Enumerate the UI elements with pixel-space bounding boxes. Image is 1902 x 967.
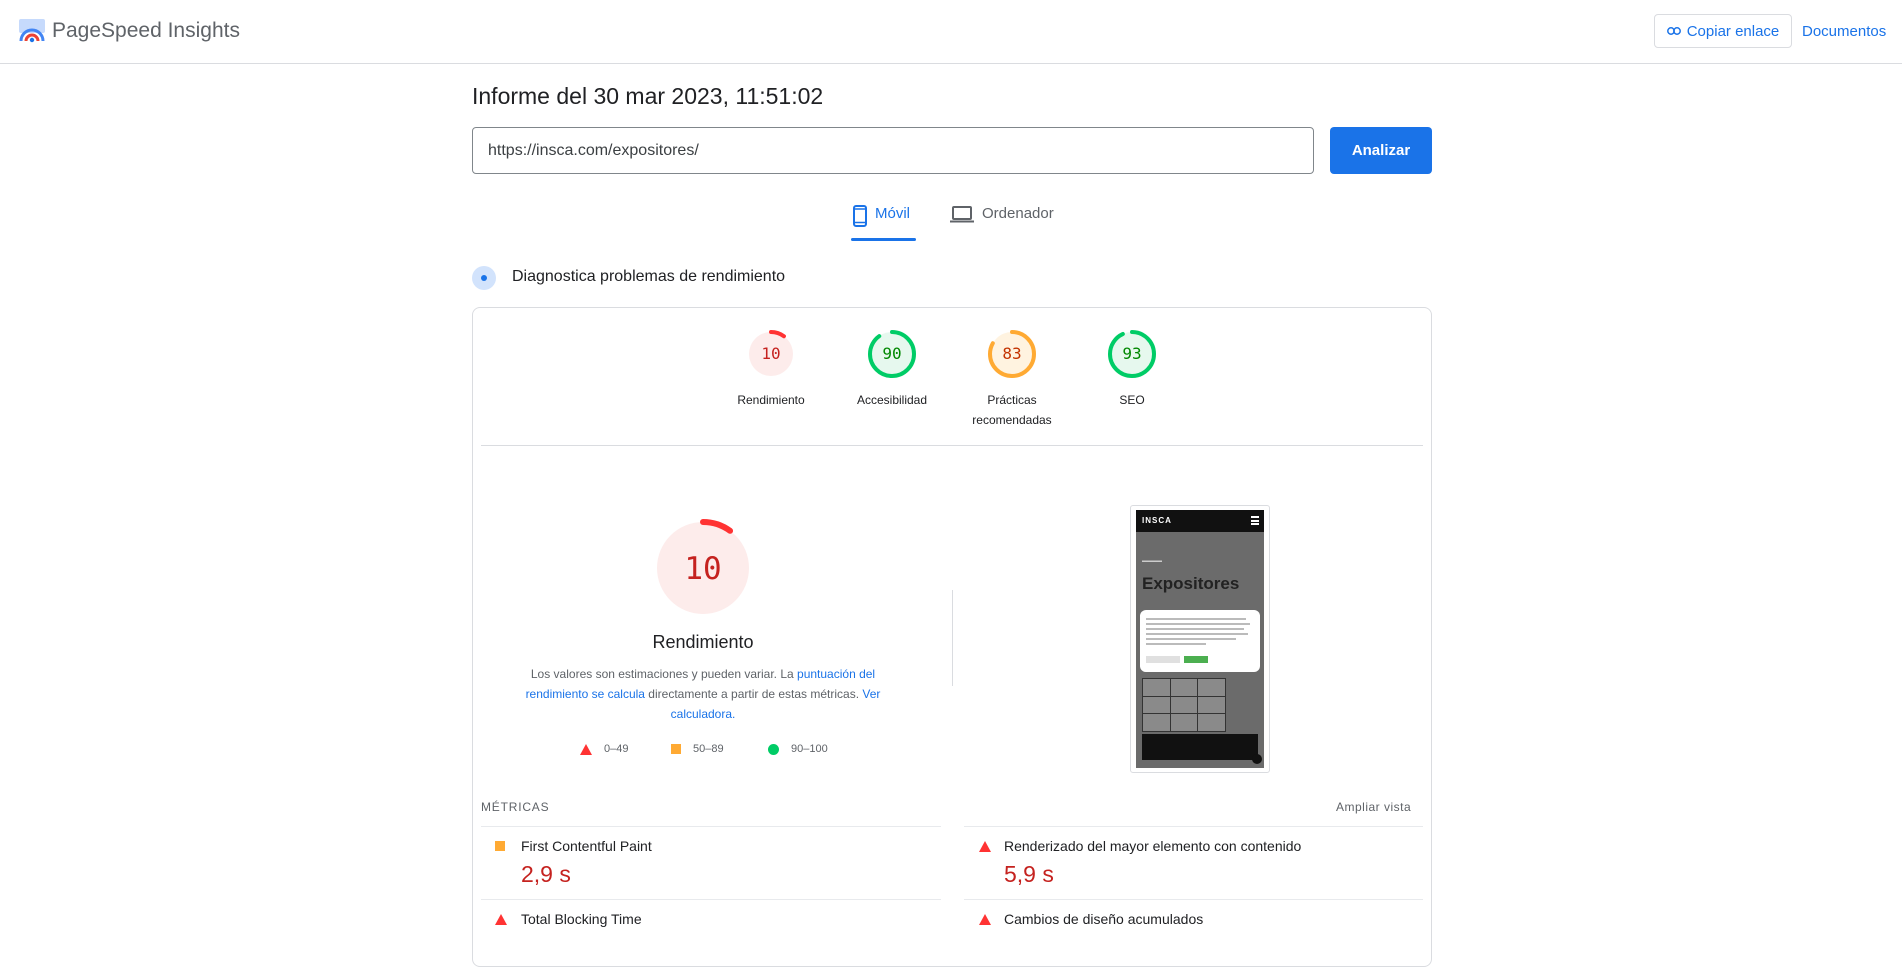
gauge-score-text: 83 [1002,344,1021,363]
page-screenshot-thumbnail[interactable]: INSCA ▬▬▬▬ Expositores [1130,505,1270,773]
vertical-separator [952,590,953,686]
perf-desc-text-1: Los valores son estimaciones y pueden va… [530,667,798,681]
gauge-performance[interactable]: 10 Rendimiento [711,330,831,410]
gauge-score-text: 90 [882,344,901,363]
app-title[interactable]: PageSpeed Insights [52,19,240,43]
metric-fcp-title: First Contentful Paint [521,838,652,854]
square-icon [671,744,681,754]
legend-range-fail: 0–49 [604,743,629,755]
docs-link[interactable]: Documentos [1802,23,1886,40]
screenshot-breadcrumb: ▬▬▬▬ [1142,558,1162,564]
triangle-icon [495,914,507,925]
best-practices-gauge-ring: 83 [988,330,1036,378]
diagnostics-icon [472,266,496,290]
metric-tbt-title: Total Blocking Time [521,911,642,927]
smartphone-icon [853,205,867,227]
big-gauge-score-text: 10 [684,551,721,587]
gauge-label: Accesibilidad [856,393,928,407]
perf-desc-text-3: . [732,707,736,721]
performance-description: Los valores son estimaciones y pueden va… [518,664,888,724]
tab-mobile-label: Móvil [875,205,911,222]
metric-lcp-value: 5,9 s [1004,861,1054,887]
gauge-label: Prácticas recomendadas [972,393,1052,427]
metric-divider [964,826,1423,827]
copy-link-label: Copiar enlace [1686,22,1780,40]
gauge-label: SEO [1119,393,1145,407]
screenshot-screen: INSCA ▬▬▬▬ Expositores [1136,510,1264,768]
triangle-icon [580,743,592,755]
perf-desc-text-2: directamente a partir de estas métricas. [644,687,863,701]
metric-divider [481,826,941,827]
seo-gauge-ring: 93 [1108,330,1156,378]
performance-title: Rendimiento [652,632,754,652]
tab-desktop[interactable]: Ordenador [950,205,1054,243]
performance-big-gauge: 10 [654,519,752,622]
gauge-label: Rendimiento [737,393,805,407]
metric-lcp-title: Renderizado del mayor elemento con conte… [1004,838,1302,854]
url-input[interactable] [472,127,1314,174]
metric-divider [964,899,1423,900]
tab-desktop-label: Ordenador [982,205,1054,222]
gauge-score-text: 10 [761,344,780,363]
legend-range-pass: 90–100 [791,743,828,755]
gauge-best-practices[interactable]: 83 Prácticas recomendadas [952,330,1072,430]
screenshot-heading: Expositores [1142,574,1240,593]
metric-cls-title: Cambios de diseño acumulados [1004,911,1204,927]
copy-link-button[interactable]: Copiar enlace [1654,14,1792,48]
diagnostics-title: Diagnostica problemas de rendimiento [512,268,786,285]
performance-big-gauge-ring: 10 [654,519,752,617]
link-icon [1666,27,1681,35]
performance-gauge-ring: 10 [747,330,795,378]
screenshot-site-header: INSCA [1136,510,1264,532]
legend-range-average: 50–89 [693,743,724,755]
legend-average: 50–89 [671,743,724,755]
screenshot-product-image [1142,678,1226,732]
gauge-seo[interactable]: 93 SEO [1072,330,1192,410]
chat-bubble-icon [1252,754,1262,764]
section-divider [481,445,1423,446]
square-icon [495,841,505,851]
hamburger-menu-icon [1251,516,1259,525]
report-title: Informe del 30 mar 2023, 11:51:02 [472,83,824,109]
gauge-accessibility[interactable]: 90 Accesibilidad [832,330,952,410]
analyze-button[interactable]: Analizar [1330,127,1432,174]
top-app-bar: PageSpeed Insights Copiar enlace Documen… [0,0,1902,64]
legend-fail: 0–49 [580,743,628,755]
accessibility-gauge-ring: 90 [868,330,916,378]
screenshot-accept-btn [1184,656,1208,663]
legend-pass: 90–100 [768,743,828,755]
metric-fcp-value: 2,9 s [521,861,571,887]
circle-icon [768,743,779,755]
triangle-icon [979,914,991,925]
screenshot-cookie-banner [1140,610,1260,672]
gauge-score-text: 93 [1122,344,1141,363]
triangle-icon [979,841,991,852]
expand-view-toggle[interactable]: Ampliar vista [1336,800,1411,814]
laptop-icon [950,206,974,223]
active-tab-indicator [851,238,916,241]
screenshot-brand: INSCA [1142,516,1172,525]
pagespeed-logo-icon[interactable] [19,19,45,43]
screenshot-cookie-settings-btn [1146,656,1180,663]
metrics-section-label: MÉTRICAS [481,800,550,814]
metric-divider [481,899,941,900]
screenshot-bottom-nav [1142,734,1258,760]
